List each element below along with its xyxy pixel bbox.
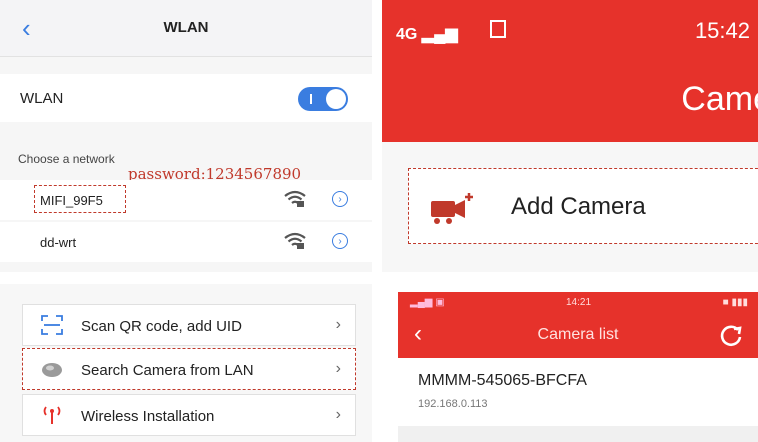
camera-list-panel: ▂▄▆ ▣ 14:21 ■ ▮▮▮ ‹ Camera list MMMM-545… bbox=[398, 292, 758, 442]
chevron-right-icon: › bbox=[335, 406, 341, 423]
network-name: dd-wrt bbox=[40, 235, 77, 250]
wifi-lock-icon bbox=[284, 190, 306, 207]
search-lan-option[interactable]: Search Camera from LAN › bbox=[22, 348, 356, 390]
page-title: WLAN bbox=[163, 19, 209, 36]
network-info-icon[interactable]: › bbox=[332, 191, 348, 207]
wlan-toggle-row: WLAN bbox=[0, 74, 372, 122]
page-title: Camera list bbox=[537, 326, 619, 343]
status-time: 15:42 bbox=[694, 18, 750, 43]
refresh-icon[interactable] bbox=[718, 323, 744, 349]
status-bar: 4G ▂▄▆ 15:42 bbox=[382, 0, 758, 64]
sim-icon bbox=[490, 20, 506, 38]
status-bar: ▂▄▆ ▣ 14:21 ■ ▮▮▮ bbox=[398, 292, 758, 314]
add-camera-panel: 4G ▂▄▆ 15:42 Came Add Camera bbox=[382, 0, 758, 272]
battery-icon: ■ ▮▮▮ bbox=[722, 297, 748, 308]
option-label: Search Camera from LAN bbox=[81, 362, 254, 379]
scan-qr-option[interactable]: Scan QR code, add UID › bbox=[22, 304, 356, 346]
carrier-label: 4G ▂▄▆ bbox=[396, 26, 458, 43]
option-label: Wireless Installation bbox=[81, 408, 215, 425]
network-info-icon[interactable]: › bbox=[332, 233, 348, 249]
chevron-right-icon: › bbox=[335, 316, 341, 333]
nav-bar: ‹ Camera list bbox=[398, 314, 758, 358]
page-title: Came bbox=[681, 80, 758, 118]
camera-list-item[interactable]: MMMM-545065-BFCFA 192.168.0.113 bbox=[398, 358, 758, 426]
qr-scan-icon bbox=[41, 315, 63, 335]
toggle-on-mark-icon bbox=[310, 94, 312, 104]
signal-icon: ▂▄▆ ▣ bbox=[410, 297, 445, 308]
wlan-toggle[interactable] bbox=[298, 87, 348, 111]
list-divider bbox=[398, 426, 758, 442]
option-label: Scan QR code, add UID bbox=[81, 318, 242, 335]
wlan-label: WLAN bbox=[20, 90, 64, 107]
wireless-antenna-icon bbox=[43, 406, 61, 424]
lan-disc-icon bbox=[42, 363, 62, 377]
network-row-mifi[interactable]: MIFI_99F5 › bbox=[0, 180, 372, 220]
add-options-panel: Scan QR code, add UID › Search Camera fr… bbox=[0, 284, 372, 442]
choose-network-label: Choose a network bbox=[18, 152, 115, 166]
status-time: 14:21 bbox=[566, 297, 592, 308]
add-camera-button[interactable]: Add Camera bbox=[408, 168, 758, 244]
camera-ip: 192.168.0.113 bbox=[418, 398, 488, 410]
network-name: MIFI_99F5 bbox=[40, 193, 103, 208]
wlan-header: ‹ WLAN bbox=[0, 0, 372, 57]
video-camera-plus-icon bbox=[431, 193, 473, 224]
wlan-settings-panel: ‹ WLAN WLAN Choose a network password:12… bbox=[0, 0, 372, 272]
chevron-right-icon: › bbox=[335, 360, 341, 377]
camera-name: MMMM-545065-BFCFA bbox=[418, 372, 587, 389]
add-camera-label: Add Camera bbox=[511, 193, 646, 220]
wifi-lock-icon bbox=[284, 232, 306, 249]
toggle-knob bbox=[326, 89, 346, 109]
network-row-ddwrt[interactable]: dd-wrt › bbox=[0, 222, 372, 262]
wireless-installation-option[interactable]: Wireless Installation › bbox=[22, 394, 356, 436]
nav-bar: Came bbox=[382, 64, 758, 142]
